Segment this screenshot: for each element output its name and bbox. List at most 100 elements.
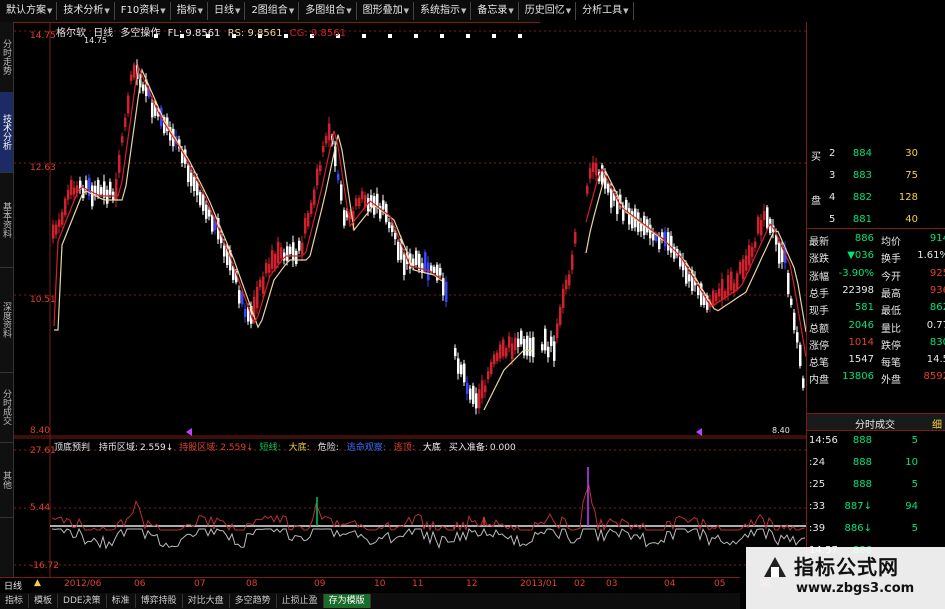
kline-chart[interactable]: 格尔软 日线 多空操作 FL: 9.8561 RS: 9.8561 CG: 9.…	[14, 22, 807, 437]
toolbar-button-0[interactable]: 默认方案▼	[2, 2, 58, 20]
candle-body	[433, 266, 436, 274]
quote-value: 886	[854, 233, 874, 244]
ticks-header[interactable]: 分时成交 细	[807, 413, 945, 431]
candle-body	[670, 235, 673, 253]
candle-body	[298, 240, 301, 251]
candle-body	[517, 338, 520, 347]
toolbar-button-6[interactable]: 多图组合▼	[301, 2, 357, 20]
left-tab-4[interactable]: 分时成交	[0, 372, 13, 443]
candle-body	[310, 202, 313, 214]
ticks-title: 分时成交	[855, 420, 895, 431]
toolbar-button-label: 历史回忆	[524, 5, 565, 16]
candle-body	[286, 246, 289, 261]
toolbar-button-1[interactable]: 技术分析▼	[59, 2, 115, 20]
toolbar-button-4[interactable]: 日线▼	[210, 2, 246, 20]
candle-body	[628, 208, 631, 225]
left-tab-0[interactable]: 分时走势	[0, 22, 13, 93]
date-label-10: 03	[606, 579, 618, 589]
toolbar-button-7[interactable]: 图形叠加▼	[359, 2, 414, 20]
indicator-param-6: 逃顶:	[394, 443, 417, 453]
bottom-tab-7[interactable]: 止损止盈	[277, 594, 324, 608]
bottom-tab-1[interactable]: 模板	[29, 594, 59, 608]
indicator-param-label: 逃顶:	[393, 443, 415, 453]
quote-label: 外盘	[881, 375, 901, 387]
candle-body	[64, 198, 67, 216]
toolbar-button-10[interactable]: 历史回忆▼	[521, 2, 577, 20]
toolbar-button-3[interactable]: 指标▼	[173, 2, 209, 20]
bottom-tab-2[interactable]: DDE决策	[58, 594, 107, 608]
indicator-lower-line	[51, 527, 806, 550]
toolbar-button-11[interactable]: 分析工具▼	[578, 2, 634, 20]
candle-body	[727, 275, 730, 295]
bottom-tab-0[interactable]: 指标	[0, 594, 30, 608]
left-tab-2[interactable]: 基本资料	[0, 172, 13, 268]
toolbar-button-5[interactable]: 2图组合▼	[247, 2, 300, 20]
indicator-param-label: 大底:	[288, 443, 310, 453]
bottom-tab-8[interactable]: 存为模版	[323, 594, 371, 608]
candle-body	[559, 307, 562, 325]
chevron-down-icon: ▼	[403, 7, 409, 15]
candle-body	[262, 276, 265, 294]
quote-row: :33 887↓ 94	[807, 499, 945, 516]
tick-time: 14:56	[809, 435, 838, 446]
quote-label: 总笔	[809, 358, 829, 370]
candle-body	[496, 352, 499, 362]
bottom-tab-3[interactable]: 标准	[107, 594, 136, 608]
ticks-detail-button[interactable]: 细	[932, 416, 942, 431]
candle-body	[106, 189, 109, 204]
ma-long-line	[483, 349, 533, 411]
candle-body	[610, 188, 613, 208]
candle-body	[475, 393, 478, 409]
candle-body	[718, 288, 721, 297]
candle-body	[211, 215, 214, 232]
bottom-tab-5[interactable]: 对比大盘	[183, 594, 230, 608]
left-tab-5[interactable]: 其他	[0, 442, 13, 518]
quote-value: -3.90%	[838, 267, 874, 279]
candle-body	[526, 335, 529, 356]
toolbar-button-label: 多图组合	[305, 5, 346, 16]
bottom-tab-6[interactable]: 多空趋势	[230, 594, 277, 608]
stock-name: 格尔软	[56, 28, 86, 39]
candle-body	[742, 259, 745, 280]
candle-body	[550, 336, 553, 347]
quote-value: 1547	[848, 354, 874, 366]
toolbar-button-9[interactable]: 备忘录▼	[473, 2, 519, 20]
bottom-tab-4[interactable]: 博弈持股	[136, 594, 183, 608]
left-tab-3[interactable]: 深度资料	[0, 267, 13, 373]
candle-body	[664, 231, 667, 247]
candle-body	[514, 337, 517, 351]
candle-body	[301, 242, 304, 255]
candle-body	[466, 382, 469, 394]
chevron-down-icon: ▼	[160, 7, 166, 15]
candle-body	[337, 173, 340, 181]
candle-body	[52, 224, 55, 239]
left-tab-1[interactable]: 技术分析	[0, 92, 13, 173]
chevron-down-icon: ▼	[565, 7, 572, 15]
quote-label: 涨跌	[809, 254, 829, 266]
candle-body	[532, 337, 535, 358]
toolbar-button-label: 2图组合	[251, 5, 288, 16]
candle-body	[592, 162, 595, 173]
ma-long-line	[54, 67, 443, 331]
indicator-param-4: 危险:	[318, 443, 341, 453]
candle-body	[562, 288, 565, 308]
watermark-logo-icon	[760, 553, 790, 583]
candle-body	[391, 225, 394, 232]
toolbar-button-2[interactable]: F10资料▼	[117, 2, 171, 20]
candle-body	[307, 213, 310, 227]
candle-body	[343, 210, 346, 226]
indicator-chart[interactable]: 顶底预判 持币区域: 2.559↓ 持股区域: 2.559↓ 短线: 大底: 危险: 逃命观察…	[14, 437, 806, 577]
candle-body	[748, 245, 751, 266]
chevron-down-icon: ▼	[235, 7, 241, 15]
candle-body	[595, 163, 598, 176]
toolbar-button-8[interactable]: 系统指示▼	[416, 2, 472, 20]
indicator-param-2: 短线:	[260, 443, 283, 453]
left-tab-strip: 分时走势 技术分析 基本资料 深度资料 分时成交 其他	[0, 22, 14, 577]
candle-body	[493, 354, 496, 365]
candle-body	[520, 330, 523, 345]
candle-body	[499, 344, 502, 359]
candle-body	[607, 183, 610, 193]
order-book-volume: 30	[905, 148, 918, 159]
candle-body	[403, 254, 406, 275]
candle-body	[397, 241, 400, 261]
